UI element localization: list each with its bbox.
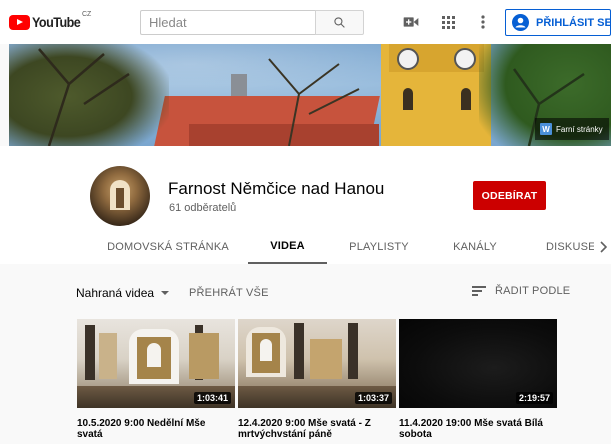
banner-link-farni-stranky[interactable]: W Farní stránky — [535, 118, 609, 140]
youtube-logo[interactable]: YouTube CZ — [9, 11, 91, 30]
website-icon: W — [540, 123, 552, 135]
play-all-button[interactable]: PŘEHRÁT VŠE — [189, 287, 269, 299]
search-button[interactable] — [315, 10, 364, 35]
search-input[interactable] — [140, 10, 315, 35]
sort-by-label: ŘADIT PODLE — [495, 285, 571, 297]
video-duration: 2:19:57 — [515, 392, 553, 404]
video-item[interactable]: 2:19:57 11.4.2020 19:00 Mše svatá Bílá s… — [399, 319, 557, 440]
chevron-right-icon — [599, 241, 607, 253]
search-box — [140, 10, 364, 35]
caret-down-icon — [161, 291, 170, 295]
video-title[interactable]: 10.5.2020 9:00 Nedělní Mše svatá — [77, 418, 227, 440]
video-thumbnail[interactable]: 2:19:57 — [399, 319, 557, 408]
channel-tabs: DOMOVSKÁ STRÁNKA VIDEA PLAYLISTY KANÁLY … — [0, 230, 611, 264]
sign-in-label: PŘIHLÁSIT SE — [536, 16, 611, 29]
tab-discussion[interactable]: DISKUSE — [534, 230, 594, 264]
video-thumbnail[interactable]: 1:03:37 — [238, 319, 396, 408]
uploads-dropdown[interactable]: Nahraná videa — [76, 286, 170, 300]
video-title[interactable]: 12.4.2020 9:00 Mše svatá - Z mrtvýchvstá… — [238, 418, 388, 440]
channel-banner — [9, 44, 611, 146]
uploads-dropdown-label: Nahraná videa — [76, 286, 155, 300]
video-title[interactable]: 11.4.2020 19:00 Mše svatá Bílá sobota — [399, 418, 549, 440]
video-thumbnail[interactable]: 1:03:41 — [77, 319, 235, 408]
channel-name: Farnost Němčice nad Hanou — [168, 179, 385, 198]
logo-country-code: CZ — [82, 11, 92, 18]
tab-videos[interactable]: VIDEA — [248, 230, 327, 264]
video-item[interactable]: 1:03:37 12.4.2020 9:00 Mše svatá - Z mrt… — [238, 319, 396, 440]
create-video-button[interactable] — [402, 13, 420, 31]
sign-in-button[interactable]: PŘIHLÁSIT SE — [505, 9, 611, 36]
settings-more-button[interactable] — [474, 13, 492, 31]
subscribe-button[interactable]: ODEBÍRAT — [473, 181, 546, 210]
logo-text: YouTube — [32, 14, 81, 30]
search-icon — [334, 17, 345, 28]
more-vert-icon — [481, 15, 485, 29]
account-icon — [512, 14, 529, 31]
video-duration: 1:03:37 — [354, 392, 392, 404]
tab-playlists[interactable]: PLAYLISTY — [343, 230, 415, 264]
sort-icon — [472, 286, 486, 296]
apps-grid-icon — [441, 15, 455, 29]
youtube-play-icon — [9, 14, 30, 30]
tab-home[interactable]: DOMOVSKÁ STRÁNKA — [104, 230, 232, 264]
apps-button[interactable] — [439, 13, 457, 31]
channel-header: Farnost Němčice nad Hanou 61 odběratelů … — [0, 146, 611, 264]
channel-avatar[interactable] — [90, 166, 150, 226]
tree-branches — [38, 48, 585, 146]
subscriber-count: 61 odběratelů — [169, 202, 237, 214]
video-duration: 1:03:41 — [193, 392, 231, 404]
banner-link-label: Farní stránky — [556, 124, 603, 134]
tab-channels[interactable]: KANÁLY — [443, 230, 507, 264]
tabs-scroll-right-button[interactable] — [594, 230, 611, 264]
create-video-icon — [403, 17, 419, 27]
video-item[interactable]: 1:03:41 10.5.2020 9:00 Nedělní Mše svatá — [77, 319, 235, 440]
sort-by-button[interactable]: ŘADIT PODLE — [472, 285, 570, 297]
top-bar: YouTube CZ Hledat PŘIHLÁSIT SE — [0, 0, 611, 44]
